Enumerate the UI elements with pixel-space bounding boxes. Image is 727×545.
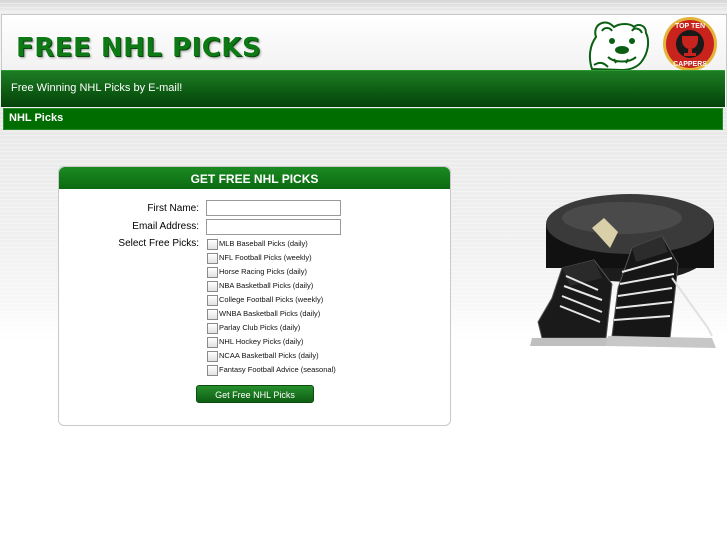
pick-option-label: College Football Picks (weekly)	[219, 295, 324, 304]
checkbox[interactable]	[207, 281, 218, 292]
first-name-label: First Name:	[147, 203, 199, 214]
bulldog-icon	[588, 21, 650, 71]
pick-option-label: Horse Racing Picks (daily)	[219, 267, 307, 276]
hockey-puck-skates-icon	[530, 194, 716, 348]
email-label: Email Address:	[132, 221, 199, 232]
section-header: NHL Picks	[3, 108, 723, 130]
checkbox[interactable]	[207, 267, 218, 278]
email-input[interactable]	[206, 219, 341, 235]
section-title: NHL Picks	[9, 112, 64, 124]
signup-form: GET FREE NHL PICKS First Name: Email Add…	[58, 166, 451, 426]
pick-option-label: NHL Hockey Picks (daily)	[219, 337, 304, 346]
pick-option-label: Fantasy Football Advice (seasonal)	[219, 365, 336, 374]
pick-option-label: NBA Basketball Picks (daily)	[219, 281, 314, 290]
checkbox[interactable]	[207, 337, 218, 348]
checkbox[interactable]	[207, 239, 218, 250]
picks-label: Select Free Picks:	[118, 238, 199, 249]
badge-top-text: TOP TEN	[675, 23, 705, 30]
checkbox[interactable]	[207, 309, 218, 320]
checkbox[interactable]	[207, 365, 218, 376]
checkbox[interactable]	[207, 295, 218, 306]
checkbox[interactable]	[207, 351, 218, 362]
form-header: GET FREE NHL PICKS	[59, 167, 450, 189]
trophy-icon: TOP TEN CAPPERS	[663, 17, 717, 71]
pick-option-label: MLB Baseball Picks (daily)	[219, 239, 308, 248]
submit-button[interactable]: Get Free NHL Picks	[196, 385, 314, 403]
pick-option-label: NFL Football Picks (weekly)	[219, 253, 312, 262]
checkbox[interactable]	[207, 253, 218, 264]
checkbox[interactable]	[207, 323, 218, 334]
tagline-bar: Free Winning NHL Picks by E-mail!	[1, 70, 725, 107]
pick-option-label: WNBA Basketball Picks (daily)	[219, 309, 321, 318]
pick-option-label: Parlay Club Picks (daily)	[219, 323, 301, 332]
badge-bottom-text: CAPPERS	[673, 61, 707, 68]
site-logo[interactable]: FREE NHL PICKS	[16, 33, 261, 63]
tagline: Free Winning NHL Picks by E-mail!	[11, 82, 183, 94]
first-name-input[interactable]	[206, 200, 341, 216]
pick-option-label: NCAA Basketball Picks (daily)	[219, 351, 319, 360]
form-title: GET FREE NHL PICKS	[190, 172, 319, 186]
